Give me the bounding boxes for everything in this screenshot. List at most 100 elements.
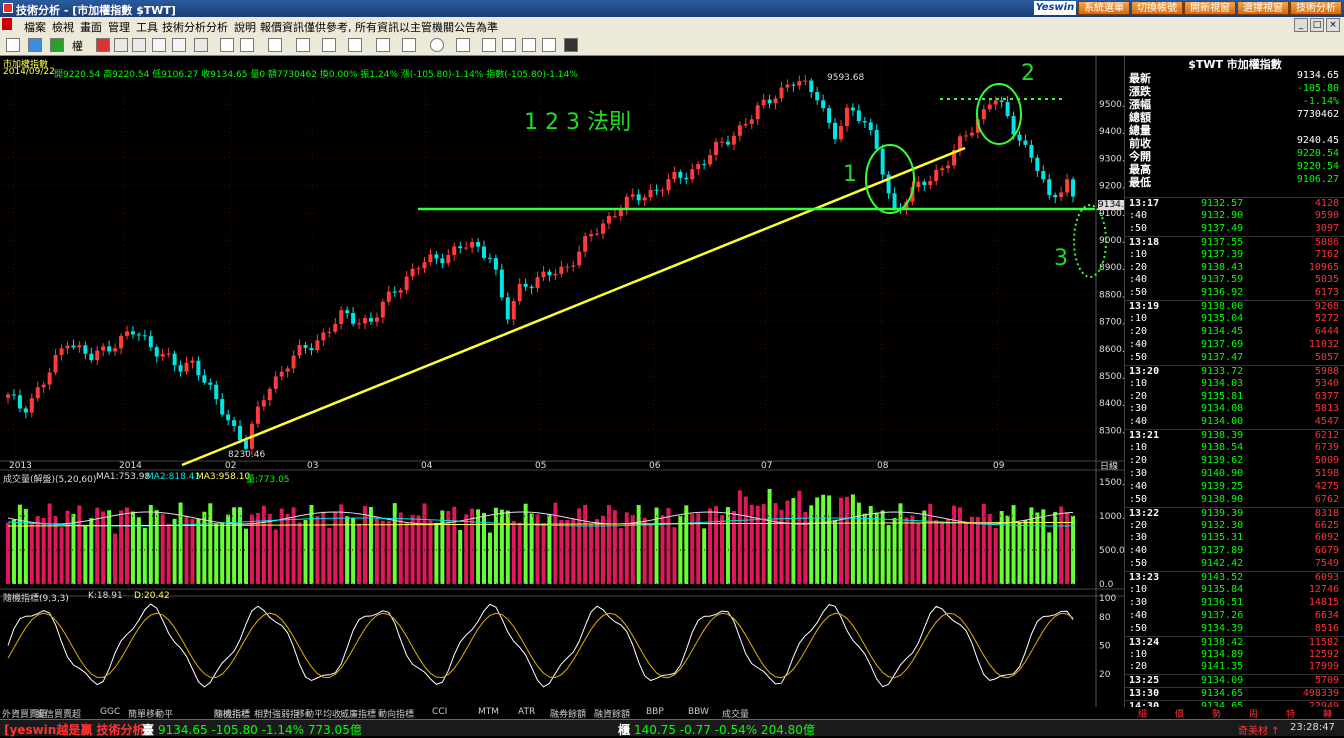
tick-row[interactable]: :30 9135.31 6092 [1125,532,1344,545]
tick-volume: 5988 [1314,365,1339,377]
tick-row[interactable]: :40 9139.25 4275 [1125,481,1344,494]
tick-row[interactable]: :40 9134.00 4547 [1125,416,1344,429]
tick-row[interactable]: :40 9137.26 6634 [1125,610,1344,623]
tick-row[interactable]: :20 9139.62 5009 [1125,455,1344,468]
system-menu-button[interactable]: 系統選單 [1078,1,1130,15]
fib-icon[interactable] [322,38,336,52]
wave-icon[interactable] [376,38,390,52]
channel-icon[interactable] [348,38,362,52]
tick-price: 9143.52 [1201,572,1244,584]
candle [684,177,689,180]
zoom-icon[interactable] [132,38,146,52]
tick-row[interactable]: :20 9132.30 6625 [1125,520,1344,533]
color-icon[interactable] [542,38,556,52]
draw-icon[interactable] [220,38,234,52]
tick-row[interactable]: :50 9137.49 3097 [1125,223,1344,236]
tick-row[interactable]: :40 9132.90 9590 [1125,210,1344,223]
menu-view[interactable]: 檢視 [52,19,74,35]
tick-row[interactable]: :50 9137.47 5057 [1125,352,1344,365]
layout2-icon[interactable] [172,38,186,52]
tick-row[interactable]: :10 9134.89 12592 [1125,649,1344,662]
otc-summary: 140.75 -0.77 -0.54% 204.80億 [634,723,815,737]
indicator-tab[interactable]: GGC [100,707,120,717]
candle [731,135,736,145]
tick-row[interactable]: :50 9134.39 8516 [1125,623,1344,636]
menu-manage[interactable]: 管理 [108,19,130,35]
tick-row[interactable]: 13:20 9133.72 5988 [1125,364,1344,379]
select-window-button[interactable]: 選擇視窗 [1237,1,1289,15]
tick-row[interactable]: 13:24 9138.42 11582 [1125,635,1344,650]
menu-help[interactable]: 說明 [234,19,256,35]
menu-screen[interactable]: 畫面 [80,19,102,35]
tick-row[interactable]: :50 9142.42 7549 [1125,558,1344,571]
tick-row[interactable]: 13:30 9134.65 498339 [1125,687,1344,701]
chart-area[interactable]: 9500.09400.09300.09200.09100.09000.08900… [0,56,1130,707]
tick-row[interactable]: 13:22 9139.39 8318 [1125,506,1344,521]
minimize-button[interactable]: _ [1294,18,1308,32]
erase-icon[interactable] [482,38,496,52]
period-tag[interactable]: 日線 [1100,459,1118,472]
layout3-icon[interactable] [194,38,208,52]
maximize-button[interactable]: □ [1310,18,1324,32]
tick-row[interactable]: 13:25 9134.09 5709 [1125,674,1344,688]
cursor-icon[interactable] [6,38,20,52]
tick-row[interactable]: :20 9138.43 10965 [1125,262,1344,275]
tick-row[interactable]: :30 9134.08 5813 [1125,403,1344,416]
tick-row[interactable]: :10 9134.03 5340 [1125,378,1344,391]
tick-row[interactable]: :10 9138.54 6739 [1125,442,1344,455]
grid-icon[interactable] [114,38,128,52]
chart-svg[interactable]: 9500.09400.09300.09200.09100.09000.08900… [0,56,1124,707]
tick-row[interactable]: :40 9137.89 6679 [1125,545,1344,558]
chart-icon[interactable] [96,38,110,52]
technical-analysis-button[interactable]: 技術分析 [1290,1,1342,15]
save-icon[interactable] [564,38,578,52]
menu-tools[interactable]: 工具 [136,19,158,35]
rect-icon[interactable] [402,38,416,52]
menu-technical[interactable]: 技術分析 [162,19,206,35]
tick-row[interactable]: :30 9136.51 14815 [1125,597,1344,610]
tick-row[interactable]: :10 9135.84 12746 [1125,584,1344,597]
hline-icon[interactable] [268,38,282,52]
candle [41,384,46,388]
period-label[interactable]: 權 [72,38,83,54]
tick-row[interactable]: :10 9137.39 7162 [1125,249,1344,262]
layout1-icon[interactable] [152,38,166,52]
candle [1047,179,1052,195]
tick-row[interactable]: 13:17 9132.57 4128 [1125,197,1344,211]
line-icon[interactable] [240,38,254,52]
tick-row[interactable]: :30 9140.90 5198 [1125,468,1344,481]
tick-row[interactable]: :20 9134.45 6444 [1125,326,1344,339]
ellipse-icon[interactable] [430,38,444,52]
tick-row[interactable]: 13:18 9137.55 5086 [1125,235,1344,250]
tick-row[interactable]: :10 9135.04 5272 [1125,313,1344,326]
candle [803,80,808,82]
indicator-tab[interactable]: CCI [432,707,447,717]
copy-icon[interactable] [522,38,536,52]
tick-row[interactable]: :20 9141.35 17999 [1125,661,1344,674]
new-window-button[interactable]: 開新視窗 [1184,1,1236,15]
vline-icon[interactable] [296,38,310,52]
tick-row[interactable]: :50 9138.90 6762 [1125,494,1344,507]
switch-account-button[interactable]: 切換帳號 [1131,1,1183,15]
tick-row[interactable]: :40 9137.69 11032 [1125,339,1344,352]
menu-file[interactable]: 檔案 [24,19,46,35]
tick-row[interactable]: :50 9136.92 6173 [1125,287,1344,300]
tick-row[interactable]: :20 9135.81 6377 [1125,391,1344,404]
tick-row[interactable]: 13:23 9143.52 6093 [1125,571,1344,585]
eraser-icon[interactable] [502,38,516,52]
text-icon[interactable] [456,38,470,52]
indicator-tab[interactable]: ATR [518,707,535,717]
volume-bar [868,505,873,584]
tick-row[interactable]: :40 9137.59 5035 [1125,274,1344,287]
indicator-tab[interactable]: BBW [688,707,709,717]
move-icon[interactable] [50,38,64,52]
ticker-brand[interactable]: [yeswin越是贏 技術分析] [4,721,150,738]
menu-analysis[interactable]: 分析 [206,19,228,35]
tick-row[interactable]: 13:21 9138.39 6212 [1125,429,1344,443]
volume-bar [309,504,314,584]
crosshair-icon[interactable] [28,38,42,52]
close-button[interactable]: × [1326,18,1340,32]
tick-row[interactable]: 13:19 9138.00 9268 [1125,300,1344,314]
indicator-tab[interactable]: MTM [478,707,499,717]
indicator-tab[interactable]: BBP [646,707,664,717]
